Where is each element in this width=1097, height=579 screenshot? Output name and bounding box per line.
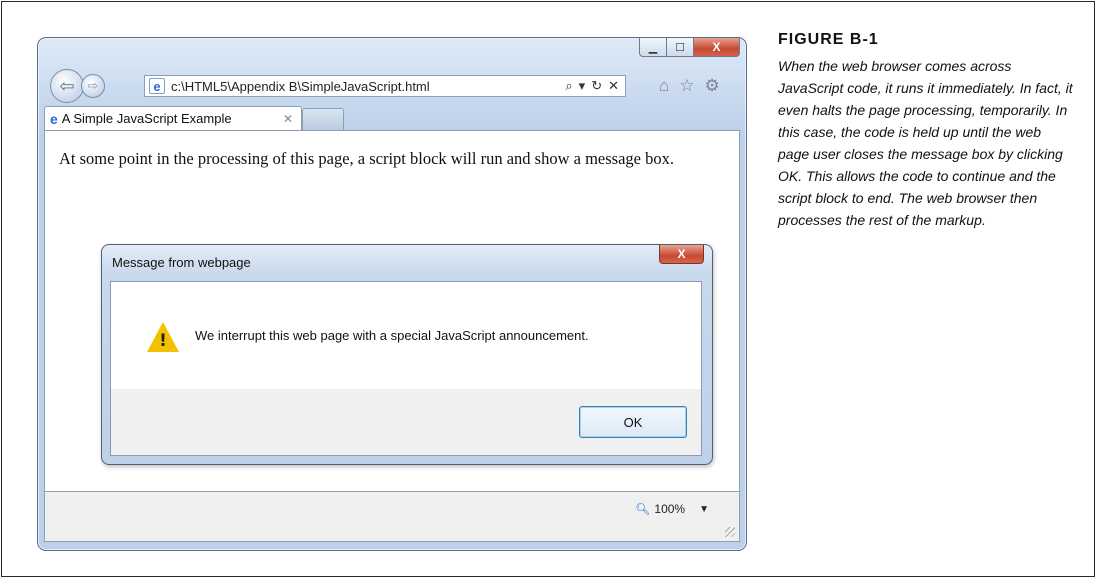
tab-active[interactable]: e A Simple JavaScript Example ✕ xyxy=(44,106,302,130)
close-window-button[interactable]: X xyxy=(694,38,740,57)
zoom-icon: 🔍︎ xyxy=(635,502,651,516)
page-text: At some point in the processing of this … xyxy=(59,149,674,168)
home-icon[interactable]: ⌂ xyxy=(659,76,669,96)
search-icon[interactable]: ⌕ xyxy=(565,78,572,94)
address-bar[interactable]: e c:\HTML5\Appendix B\SimpleJavaScript.h… xyxy=(144,75,626,97)
refresh-icon[interactable]: ↻ xyxy=(591,78,602,94)
figure-label: FIGURE B-1 xyxy=(778,31,879,48)
maximize-button[interactable]: ☐ xyxy=(667,38,694,57)
status-bar: 🔍︎ 100% ▼ xyxy=(44,492,740,542)
new-tab-button[interactable] xyxy=(302,108,344,130)
dialog-footer: OK xyxy=(111,389,701,455)
resize-grip[interactable] xyxy=(725,527,735,537)
back-arrow-icon: ⇦ xyxy=(59,75,75,96)
warning-exclamation: ! xyxy=(159,331,167,351)
forward-arrow-icon: ⇨ xyxy=(87,78,99,93)
tab-title: A Simple JavaScript Example xyxy=(61,111,232,126)
settings-gear-icon[interactable]: ⚙ xyxy=(705,76,720,96)
ie-page-icon: e xyxy=(149,78,165,94)
address-tools: ⌕ ▾ ↻ ✕ xyxy=(565,78,619,94)
minimize-button[interactable]: ▁ xyxy=(639,38,667,57)
dialog-close-button[interactable]: X xyxy=(659,245,704,264)
stop-icon[interactable]: ✕ xyxy=(608,78,619,94)
dialog-title: Message from webpage xyxy=(112,255,251,270)
window-controls: ▁ ☐ X xyxy=(639,38,740,58)
zoom-level: 100% xyxy=(654,502,686,516)
dialog-body: ! We interrupt this web page with a spec… xyxy=(110,281,702,456)
chevron-down-icon[interactable]: ▼ xyxy=(699,504,709,515)
favorites-star-icon[interactable]: ☆ xyxy=(679,76,694,96)
zoom-control[interactable]: 🔍︎ 100% ▼ xyxy=(635,502,709,516)
ie-tab-icon: e xyxy=(50,110,58,127)
browser-toolbar-icons: ⌂ ☆ ⚙ xyxy=(659,76,720,96)
dialog-message: We interrupt this web page with a specia… xyxy=(195,328,589,343)
forward-button[interactable]: ⇨ xyxy=(81,74,105,98)
address-url[interactable]: c:\HTML5\Appendix B\SimpleJavaScript.htm… xyxy=(171,79,565,94)
figure-caption: When the web browser comes across JavaSc… xyxy=(778,58,1073,228)
message-dialog: Message from webpage X ! We interrupt th… xyxy=(101,244,713,465)
back-button[interactable]: ⇦ xyxy=(50,69,84,103)
dropdown-icon[interactable]: ▾ xyxy=(579,78,586,94)
tab-close-icon[interactable]: ✕ xyxy=(283,112,293,126)
ok-button[interactable]: OK xyxy=(579,406,687,438)
